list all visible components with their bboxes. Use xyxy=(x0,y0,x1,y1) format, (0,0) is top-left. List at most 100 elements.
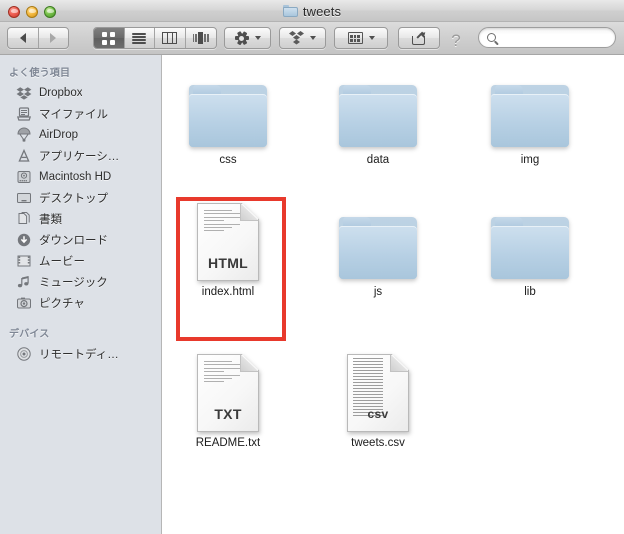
document-icon: csv xyxy=(347,354,409,432)
folder-icon xyxy=(189,85,267,149)
finder-toolbar: ? xyxy=(0,22,624,55)
help-button[interactable]: ? xyxy=(446,32,466,49)
finder-sidebar: よく使う項目 Dropbox マイファイル AirDrop アプリケーシ… Ma… xyxy=(0,55,162,534)
sidebar-item-applications[interactable]: アプリケーシ… xyxy=(0,145,161,166)
folder-icon xyxy=(339,217,417,281)
sidebar-item-movies[interactable]: ムービー xyxy=(0,250,161,271)
sidebar-item-label: Dropbox xyxy=(39,86,83,99)
file-item[interactable]: js xyxy=(323,195,433,299)
file-name-label: js xyxy=(373,286,383,298)
file-item[interactable]: css xyxy=(173,63,283,167)
downloads-icon xyxy=(16,232,32,248)
sidebar-item-label: アプリケーシ… xyxy=(39,150,120,163)
sidebar-item-remote-disc[interactable]: リモートディ… xyxy=(0,343,161,364)
search-input[interactable] xyxy=(500,31,608,44)
file-name-label: data xyxy=(366,154,390,166)
sidebar-item-label: デスクトップ xyxy=(39,192,108,205)
forward-button[interactable] xyxy=(39,28,69,48)
chevron-right-icon xyxy=(50,33,57,43)
applications-icon xyxy=(16,148,32,164)
file-item[interactable]: img xyxy=(475,63,585,167)
sidebar-item-label: 書類 xyxy=(39,213,62,226)
sidebar-item-label: ダウンロード xyxy=(39,234,108,247)
file-name-label: tweets.csv xyxy=(351,437,405,449)
sidebar-item-label: リモートディ… xyxy=(39,348,119,361)
sidebar-section-favorites-header: よく使う項目 xyxy=(9,68,71,79)
sidebar-item-label: Macintosh HD xyxy=(39,170,112,183)
file-item[interactable]: lib xyxy=(475,195,585,299)
file-grid-area[interactable]: css data img HTML index.html js lib TXT README.t… xyxy=(163,55,624,534)
coverflow-icon xyxy=(192,32,209,44)
column-view-button[interactable] xyxy=(155,28,186,48)
desktop-icon xyxy=(16,190,32,206)
action-gear-button[interactable] xyxy=(224,27,271,49)
list-view-button[interactable] xyxy=(125,28,155,48)
navigation-buttons xyxy=(7,27,69,49)
gear-icon xyxy=(234,30,249,46)
chevron-left-icon xyxy=(19,33,26,43)
sidebar-item-myfiles[interactable]: マイファイル xyxy=(0,103,161,124)
file-name-label: css xyxy=(219,154,237,166)
sidebar-item-pictures[interactable]: ピクチャ xyxy=(0,292,161,313)
file-item[interactable]: HTML index.html xyxy=(173,195,283,299)
sidebar-section-devices-header: デバイス xyxy=(9,329,50,340)
chevron-down-icon xyxy=(310,36,316,40)
sidebar-item-macintosh-hd[interactable]: Macintosh HD xyxy=(0,166,161,187)
arrange-button[interactable] xyxy=(334,27,388,49)
document-icon: HTML xyxy=(197,203,259,281)
airdrop-icon xyxy=(16,127,32,143)
document-kind-label: HTML xyxy=(207,255,249,271)
documents-icon xyxy=(16,211,32,227)
window-title-group: tweets xyxy=(0,0,624,22)
folder-icon xyxy=(339,85,417,149)
dropbox-toolbar-button[interactable] xyxy=(279,27,326,49)
search-field[interactable] xyxy=(478,27,616,48)
window-titlebar: tweets xyxy=(0,0,624,22)
sidebar-item-label: ムービー xyxy=(39,255,85,268)
file-name-label: index.html xyxy=(201,286,255,298)
folder-icon xyxy=(491,85,569,149)
coverflow-view-button[interactable] xyxy=(186,28,216,48)
sidebar-item-label: マイファイル xyxy=(39,108,108,121)
chevron-down-icon xyxy=(254,36,261,40)
view-mode-switcher xyxy=(93,27,217,49)
movies-icon xyxy=(16,253,32,269)
harddisk-icon xyxy=(16,169,32,185)
sidebar-item-desktop[interactable]: デスクトップ xyxy=(0,187,161,208)
sidebar-item-label: ピクチャ xyxy=(39,297,85,310)
document-kind-label: csv xyxy=(367,407,389,421)
myfiles-icon xyxy=(16,106,32,122)
finder-window: tweets ? よく使う項目 Dropbox マイファイル AirDrop ア… xyxy=(0,0,624,534)
window-title: tweets xyxy=(302,3,342,19)
share-icon xyxy=(411,32,427,45)
folder-icon xyxy=(491,217,569,281)
arrange-grid-icon xyxy=(347,32,363,44)
search-icon xyxy=(487,33,496,42)
file-item[interactable]: data xyxy=(323,63,433,167)
share-button[interactable] xyxy=(398,27,440,49)
icon-view-button[interactable] xyxy=(94,28,125,48)
document-kind-label: TXT xyxy=(214,406,242,422)
back-button[interactable] xyxy=(8,28,39,48)
dropbox-icon xyxy=(289,31,304,45)
sidebar-item-dropbox[interactable]: Dropbox xyxy=(0,82,161,103)
sidebar-item-documents[interactable]: 書類 xyxy=(0,208,161,229)
list-icon xyxy=(132,32,147,44)
file-item[interactable]: csv tweets.csv xyxy=(323,346,433,450)
file-item[interactable]: TXT README.txt xyxy=(173,346,283,450)
document-icon: TXT xyxy=(197,354,259,432)
columns-icon xyxy=(162,32,178,44)
folder-icon xyxy=(282,5,298,17)
music-icon xyxy=(16,274,32,290)
file-name-label: img xyxy=(520,154,540,166)
file-name-label: README.txt xyxy=(195,437,261,449)
sidebar-item-label: AirDrop xyxy=(39,128,78,141)
remotedisc-icon xyxy=(16,346,32,362)
grid-icon xyxy=(102,31,116,45)
chevron-down-icon xyxy=(368,36,375,40)
sidebar-item-downloads[interactable]: ダウンロード xyxy=(0,229,161,250)
sidebar-item-music[interactable]: ミュージック xyxy=(0,271,161,292)
sidebar-item-airdrop[interactable]: AirDrop xyxy=(0,124,161,145)
sidebar-item-label: ミュージック xyxy=(39,276,108,289)
pictures-icon xyxy=(16,295,32,311)
